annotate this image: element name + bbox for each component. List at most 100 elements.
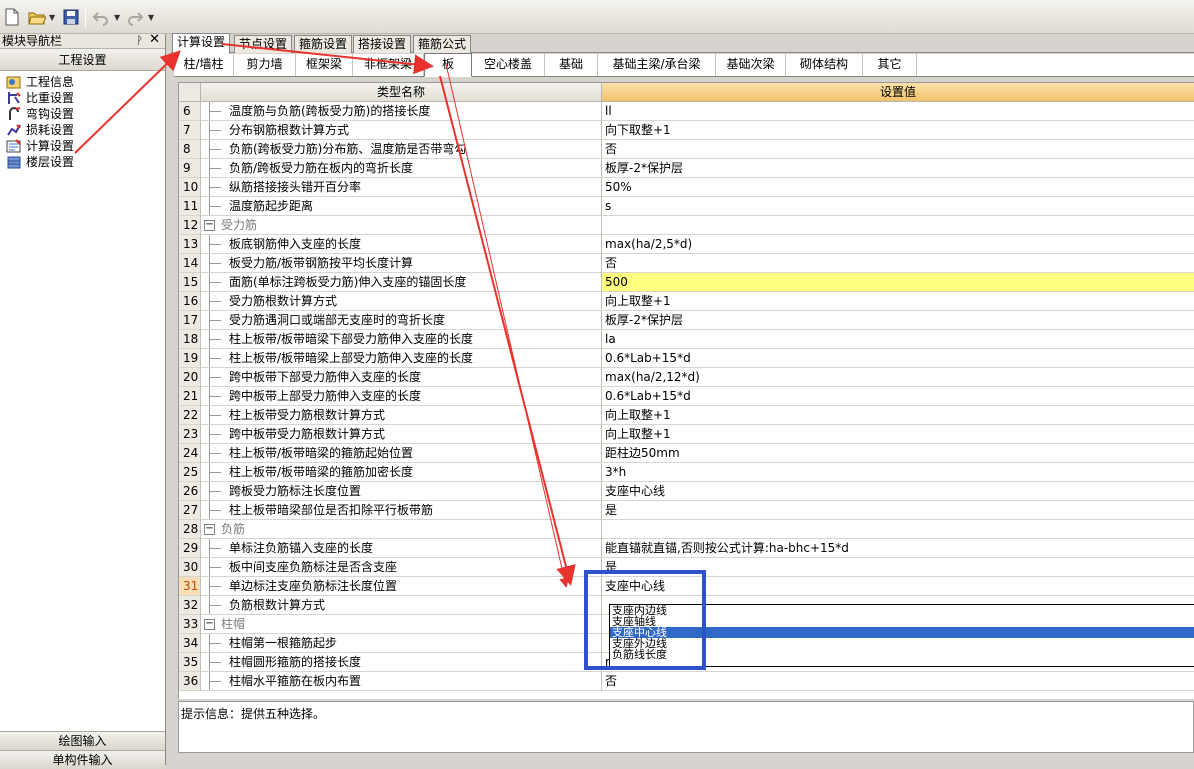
- tab-frame-beam[interactable]: 框架梁: [296, 54, 353, 76]
- table-row[interactable]: 23 跨中板带受力筋根数计算方式 向上取整+1: [179, 425, 1194, 444]
- row-value-cell[interactable]: max(ha/2,5*d): [602, 235, 1194, 254]
- table-row[interactable]: 14 板受力筋/板带钢筋按平均长度计算 否: [179, 254, 1194, 273]
- row-value-cell[interactable]: 向上取整+1: [602, 292, 1194, 311]
- row-value-cell[interactable]: 向上取整+1: [602, 425, 1194, 444]
- nav-item-project-info[interactable]: 工程信息: [6, 74, 165, 90]
- nav-section-project-settings[interactable]: 工程设置: [0, 49, 165, 71]
- open-folder-icon[interactable]: [28, 8, 47, 26]
- nav-button-single-component-input[interactable]: 单构件输入: [0, 750, 165, 769]
- table-row[interactable]: 17 受力筋遇洞口或端部无支座时的弯折长度 板厚-2*保护层: [179, 311, 1194, 330]
- tab-hollow-floor[interactable]: 空心楼盖: [472, 54, 545, 76]
- tab-foundation[interactable]: 基础: [545, 54, 598, 76]
- redo-icon[interactable]: [126, 8, 144, 26]
- row-value-cell[interactable]: 距柱边50mm: [602, 444, 1194, 463]
- row-value-cell[interactable]: 能直锚就直锚,否则按公式计算:ha-bhc+15*d: [602, 539, 1194, 558]
- table-row[interactable]: 8 负筋(跨板受力筋)分布筋、温度筋是否带弯勾 否: [179, 140, 1194, 159]
- row-value-cell[interactable]: s: [602, 197, 1194, 216]
- row-value-cell[interactable]: 50%: [602, 178, 1194, 197]
- row-value-cell[interactable]: 3*h: [602, 463, 1194, 482]
- group-row[interactable]: 28− 负筋: [179, 520, 1194, 539]
- tab-lap-settings[interactable]: 搭接设置: [353, 35, 412, 53]
- row-value-cell[interactable]: ll: [602, 102, 1194, 121]
- row-value-cell[interactable]: 板厚-2*保护层: [602, 311, 1194, 330]
- new-file-icon[interactable]: [4, 8, 22, 26]
- table-row[interactable]: 27 柱上板带暗梁部位是否扣除平行板带筋 是: [179, 501, 1194, 520]
- table-row[interactable]: 36 柱帽水平箍筋在板内布置 否: [179, 672, 1194, 691]
- table-row[interactable]: 19 柱上板带/板带暗梁上部受力筋伸入支座的长度 0.6*Lab+15*d: [179, 349, 1194, 368]
- tab-foundation-secondary-beam[interactable]: 基础次梁: [716, 54, 786, 76]
- table-row[interactable]: 29 单标注负筋锚入支座的长度 能直锚就直锚,否则按公式计算:ha-bhc+15*d: [179, 539, 1194, 558]
- save-icon[interactable]: [63, 8, 81, 26]
- tab-calc-settings[interactable]: 计算设置: [172, 33, 231, 54]
- table-row[interactable]: 31 单边标注支座负筋标注长度位置 支座中心线: [179, 577, 1194, 596]
- table-row[interactable]: 10 纵筋搭接接头错开百分率 50%: [179, 178, 1194, 197]
- collapse-icon[interactable]: −: [204, 619, 215, 630]
- tab-foundation-main-beam[interactable]: 基础主梁/承台梁: [598, 54, 716, 76]
- row-value-cell[interactable]: la: [602, 330, 1194, 349]
- pin-icon[interactable]: ᚹ: [136, 34, 143, 48]
- row-value-cell[interactable]: 支座中心线: [602, 577, 1194, 596]
- row-value-cell[interactable]: 板厚-2*保护层: [602, 159, 1194, 178]
- row-value-cell[interactable]: 500: [602, 273, 1194, 292]
- row-value-cell[interactable]: 0.6*Lab+15*d: [602, 387, 1194, 406]
- group-row[interactable]: 12− 受力筋: [179, 216, 1194, 235]
- nav-button-drawing-input[interactable]: 绘图输入: [0, 731, 165, 750]
- tab-other[interactable]: 其它: [863, 54, 917, 76]
- dropdown-option-highlighted[interactable]: 支座中心线: [610, 627, 1194, 638]
- row-value-cell[interactable]: [602, 216, 1194, 235]
- table-row[interactable]: 11 温度筋起步距离 s: [179, 197, 1194, 216]
- nav-item-weight-settings[interactable]: 比重设置: [6, 90, 165, 106]
- row-value-cell[interactable]: 是: [602, 501, 1194, 520]
- table-row[interactable]: 22 柱上板带受力筋根数计算方式 向上取整+1: [179, 406, 1194, 425]
- row-value-cell[interactable]: [602, 520, 1194, 539]
- open-dropdown-icon[interactable]: ▼: [49, 13, 55, 22]
- table-row[interactable]: 18 柱上板带/板带暗梁下部受力筋伸入支座的长度 la: [179, 330, 1194, 349]
- nav-item-floor-settings[interactable]: 楼层设置: [6, 154, 165, 170]
- table-row[interactable]: 20 跨中板带下部受力筋伸入支座的长度 max(ha/2,12*d): [179, 368, 1194, 387]
- table-row[interactable]: 7 分布钢筋根数计算方式 向下取整+1: [179, 121, 1194, 140]
- row-value-cell[interactable]: 0.6*Lab+15*d: [602, 349, 1194, 368]
- tab-slab[interactable]: 板: [424, 53, 472, 77]
- table-row[interactable]: 13 板底钢筋伸入支座的长度 max(ha/2,5*d): [179, 235, 1194, 254]
- nav-item-loss-settings[interactable]: 损耗设置: [6, 122, 165, 138]
- dropdown-option[interactable]: 支座内边线: [610, 605, 1194, 616]
- table-row[interactable]: 6 温度筋与负筋(跨板受力筋)的搭接长度 ll: [179, 102, 1194, 121]
- row-value-cell[interactable]: 否: [602, 140, 1194, 159]
- table-row[interactable]: 16 受力筋根数计算方式 向上取整+1: [179, 292, 1194, 311]
- tab-stirrup-settings[interactable]: 箍筋设置: [294, 35, 353, 53]
- table-row[interactable]: 15 面筋(单标注跨板受力筋)伸入支座的锚固长度 500: [179, 273, 1194, 292]
- table-row[interactable]: 26 跨板受力筋标注长度位置 支座中心线: [179, 482, 1194, 501]
- collapse-icon[interactable]: −: [204, 524, 215, 535]
- row-number: 24: [179, 444, 201, 463]
- collapse-icon[interactable]: −: [204, 220, 215, 231]
- nav-item-hook-settings[interactable]: 弯钩设置: [6, 106, 165, 122]
- table-row[interactable]: 30 板中间支座负筋标注是否含支座 是: [179, 558, 1194, 577]
- row-value-cell[interactable]: 向下取整+1: [602, 121, 1194, 140]
- row-name-cell: 纵筋搭接接头错开百分率: [201, 178, 602, 197]
- table-row[interactable]: 9 负筋/跨板受力筋在板内的弯折长度 板厚-2*保护层: [179, 159, 1194, 178]
- row-value-cell[interactable]: 支座中心线: [602, 482, 1194, 501]
- undo-dropdown-icon[interactable]: ▼: [114, 13, 120, 22]
- tab-shear-wall[interactable]: 剪力墙: [234, 54, 296, 76]
- table-row[interactable]: 24 柱上板带/板带暗梁的箍筋起始位置 距柱边50mm: [179, 444, 1194, 463]
- row-value-cell[interactable]: max(ha/2,12*d): [602, 368, 1194, 387]
- value-dropdown-list[interactable]: 支座内边线 支座轴线 支座中心线 支座外边线 负筋线长度: [609, 604, 1194, 667]
- tab-stirrup-formula[interactable]: 箍筋公式: [413, 35, 472, 53]
- row-value-cell[interactable]: 否: [602, 672, 1194, 691]
- table-row[interactable]: 25 柱上板带/板带暗梁的箍筋加密长度 3*h: [179, 463, 1194, 482]
- dropdown-option[interactable]: 支座外边线: [610, 638, 1194, 649]
- nav-item-calc-settings[interactable]: 计算设置: [6, 138, 165, 154]
- tab-non-frame-beam[interactable]: 非框架梁: [353, 54, 424, 76]
- row-value-cell[interactable]: 否: [602, 254, 1194, 273]
- tab-column[interactable]: 柱/墙柱: [174, 54, 234, 76]
- redo-dropdown-icon[interactable]: ▼: [148, 13, 154, 22]
- tab-node-settings[interactable]: 节点设置: [234, 35, 293, 53]
- row-value-cell[interactable]: 向上取整+1: [602, 406, 1194, 425]
- undo-icon[interactable]: [92, 8, 110, 26]
- dropdown-option[interactable]: 负筋线长度: [610, 649, 1194, 660]
- close-icon[interactable]: ✕: [149, 33, 160, 47]
- row-value-cell[interactable]: 是: [602, 558, 1194, 577]
- table-row[interactable]: 21 跨中板带上部受力筋伸入支座的长度 0.6*Lab+15*d: [179, 387, 1194, 406]
- tab-masonry[interactable]: 砌体结构: [786, 54, 863, 76]
- dropdown-option[interactable]: 支座轴线: [610, 616, 1194, 627]
